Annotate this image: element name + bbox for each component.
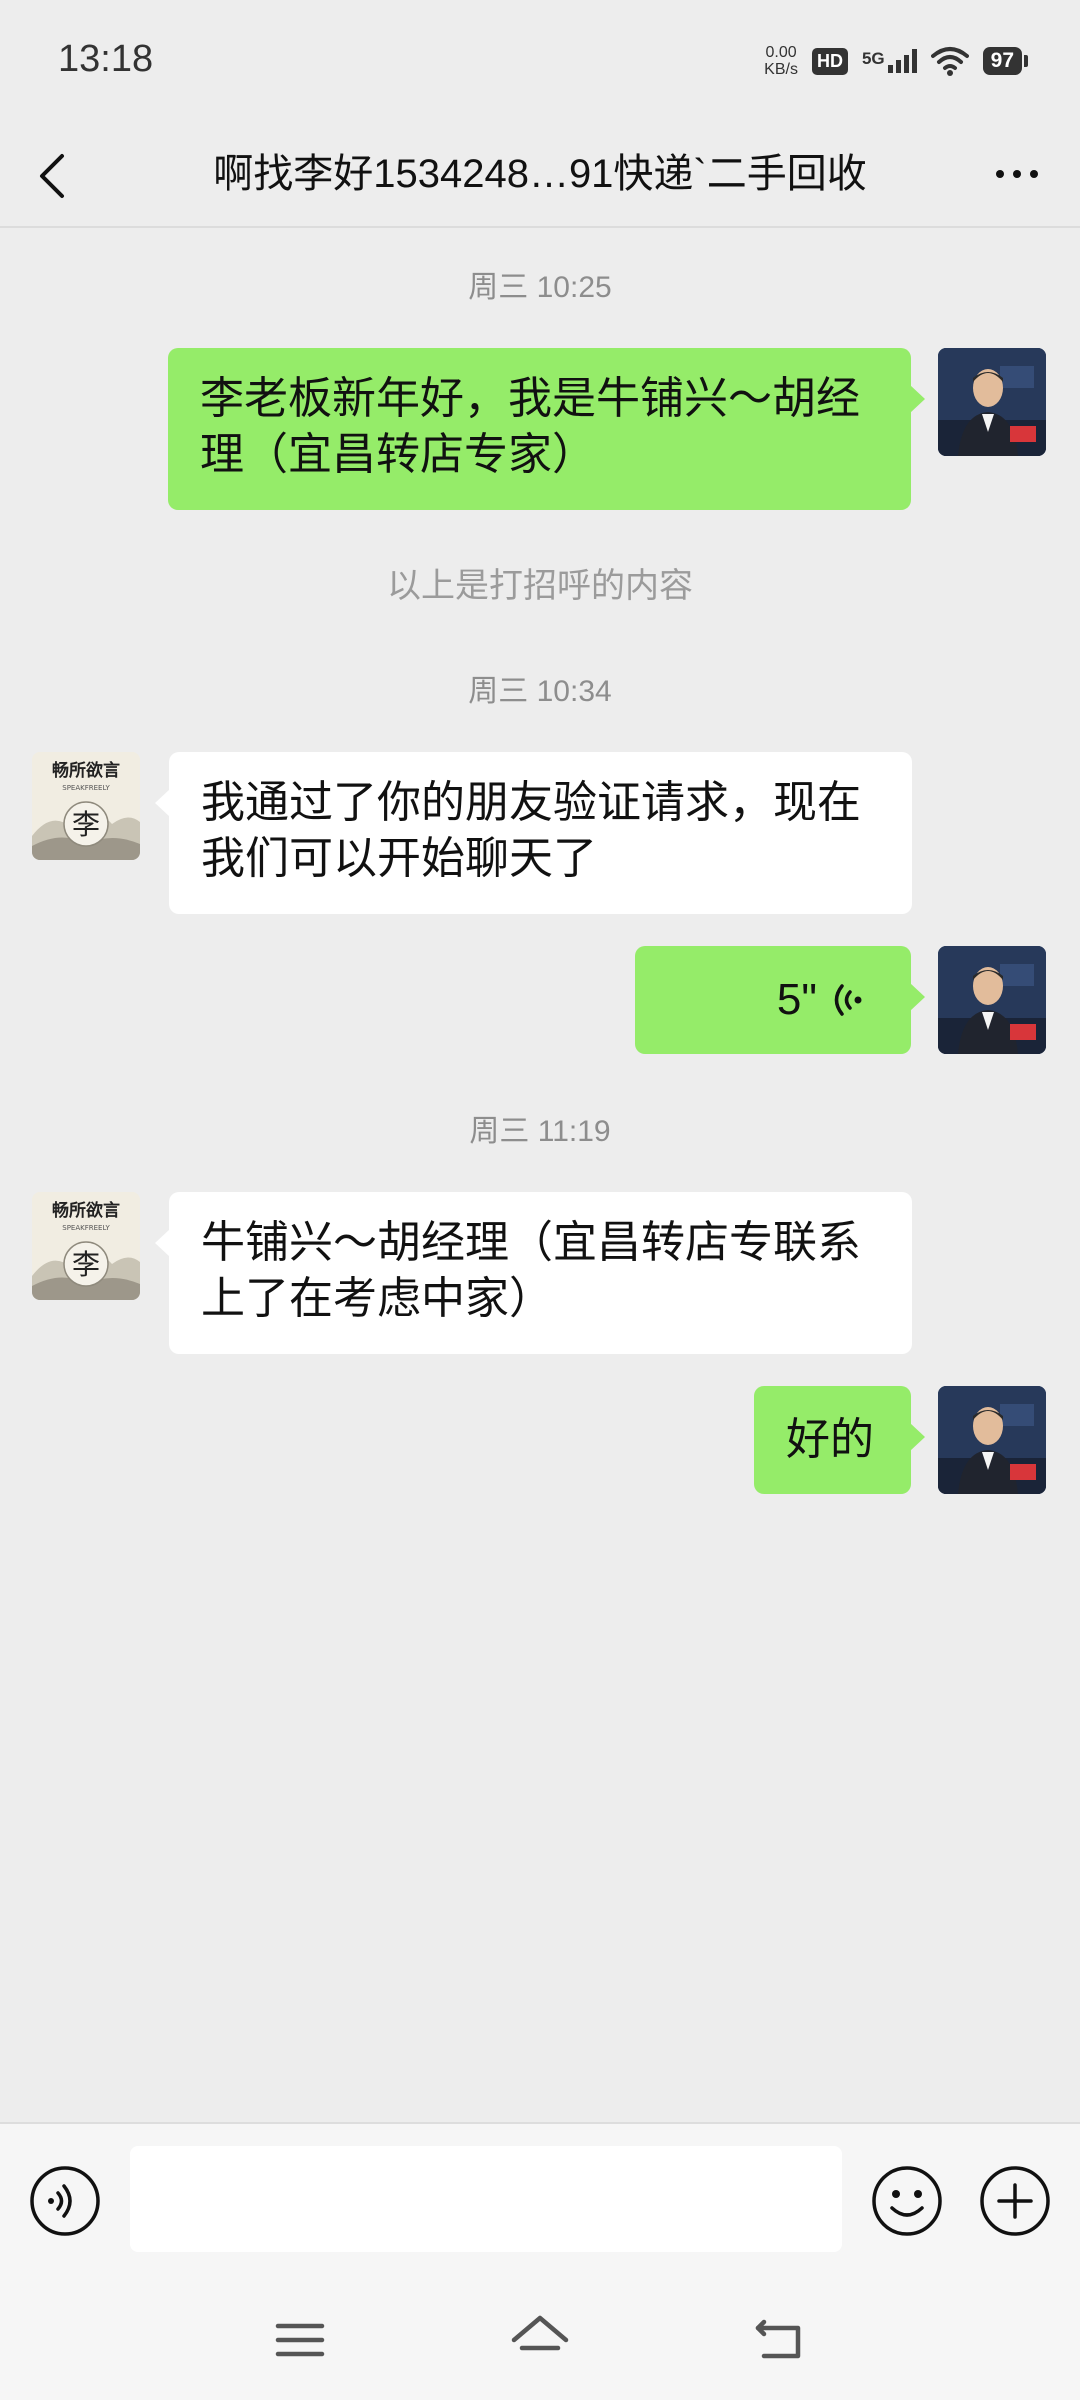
chat-title: 啊找李好1534248…91快递`二手回收: [213, 152, 867, 196]
header-divider: [0, 226, 1080, 228]
hd-icon: HD: [811, 47, 848, 75]
avatar-subtitle: SPEAKFREELY: [62, 784, 110, 792]
voice-wave-icon: [834, 984, 862, 1016]
network-speed-unit: KB/s: [764, 61, 798, 78]
voice-input-icon: [30, 2166, 100, 2236]
status-icons: 0.00 KB/s HD 5G 97: [764, 38, 1028, 84]
home-icon: [511, 2315, 569, 2351]
message-bubble-incoming[interactable]: 牛铺兴～胡经理（宜昌转店专联系上了在考虑中家）: [155, 1192, 912, 1354]
avatar-image: [938, 946, 1046, 1054]
more-button[interactable]: [984, 136, 1050, 212]
plus-icon: [980, 2166, 1050, 2236]
message-timestamp: 周三 10:25: [468, 271, 612, 304]
avatar-char: 李: [72, 808, 100, 841]
more-functions-button[interactable]: [978, 2164, 1052, 2238]
cellular-signal-icon: 5G: [862, 49, 917, 73]
message-timestamp: 周三 11:19: [469, 1115, 611, 1148]
message-input[interactable]: [130, 2146, 842, 2252]
message-timestamp: 周三 10:34: [468, 675, 612, 708]
avatar-image: [938, 1386, 1046, 1494]
message-bubble-outgoing[interactable]: 好的: [754, 1386, 925, 1494]
voice-duration: 5": [776, 975, 817, 1024]
more-dots-icon: [996, 170, 1004, 178]
avatar-calligraphy: 畅所欲言: [52, 760, 120, 781]
network-speed-value: 0.00: [765, 44, 797, 61]
my-avatar[interactable]: [938, 1386, 1046, 1494]
emoji-icon: [872, 2166, 942, 2236]
system-note: 以上是打招呼的内容: [387, 567, 693, 605]
contact-avatar[interactable]: 李 畅所欲言 SPEAKFREELY: [32, 752, 140, 860]
my-avatar[interactable]: [938, 946, 1046, 1054]
chat-header: 啊找李好1534248…91快递`二手回收: [0, 120, 1080, 228]
message-bubble-incoming[interactable]: 我通过了你的朋友验证请求，现在我们可以开始聊天了: [155, 752, 912, 914]
battery-level: 97: [982, 47, 1022, 75]
avatar-image: [938, 348, 1046, 456]
recent-apps-button[interactable]: [272, 2312, 328, 2368]
avatar-subtitle: SPEAKFREELY: [62, 1224, 110, 1232]
network-speed: 0.00 KB/s: [764, 44, 798, 78]
back-icon: [755, 2319, 801, 2359]
signal-bars: [887, 49, 917, 73]
chevron-left-icon: [40, 154, 64, 198]
message-text: 我通过了你的朋友验证请求，现在我们可以开始聊天了: [201, 778, 861, 883]
system-back-button[interactable]: [750, 2310, 810, 2370]
my-avatar[interactable]: [938, 348, 1046, 456]
message-text: 好的: [786, 1415, 874, 1464]
avatar-calligraphy: 畅所欲言: [52, 1200, 120, 1221]
message-text: 牛铺兴～胡经理（宜昌转店专联系上了在考虑中家）: [201, 1218, 861, 1323]
voice-input-button[interactable]: [28, 2164, 102, 2238]
contact-avatar[interactable]: 李 畅所欲言 SPEAKFREELY: [32, 1192, 140, 1300]
back-button[interactable]: [26, 136, 96, 212]
emoji-button[interactable]: [870, 2164, 944, 2238]
message-bubble-outgoing[interactable]: 李老板新年好，我是牛铺兴～胡经理（宜昌转店专家）: [168, 348, 925, 510]
avatar-image: 李 畅所欲言 SPEAKFREELY: [32, 1192, 140, 1300]
battery-icon: 97: [982, 47, 1028, 75]
input-bar: [0, 2122, 1080, 2282]
avatar-image: 李 畅所欲言 SPEAKFREELY: [32, 752, 140, 860]
system-nav-bar: [0, 2282, 1080, 2400]
avatar-char: 李: [72, 1248, 100, 1281]
message-text: 李老板新年好，我是牛铺兴～胡经理（宜昌转店专家）: [200, 374, 860, 479]
menu-icon: [275, 2323, 325, 2357]
clock: 13:18: [58, 38, 154, 80]
status-bar: 13:18 0.00 KB/s HD 5G 97: [0, 0, 1080, 120]
voice-message-bubble[interactable]: 5": [635, 946, 925, 1054]
home-button[interactable]: [508, 2308, 572, 2372]
network-type-label: 5G: [861, 49, 885, 68]
wifi-icon: [930, 47, 969, 76]
